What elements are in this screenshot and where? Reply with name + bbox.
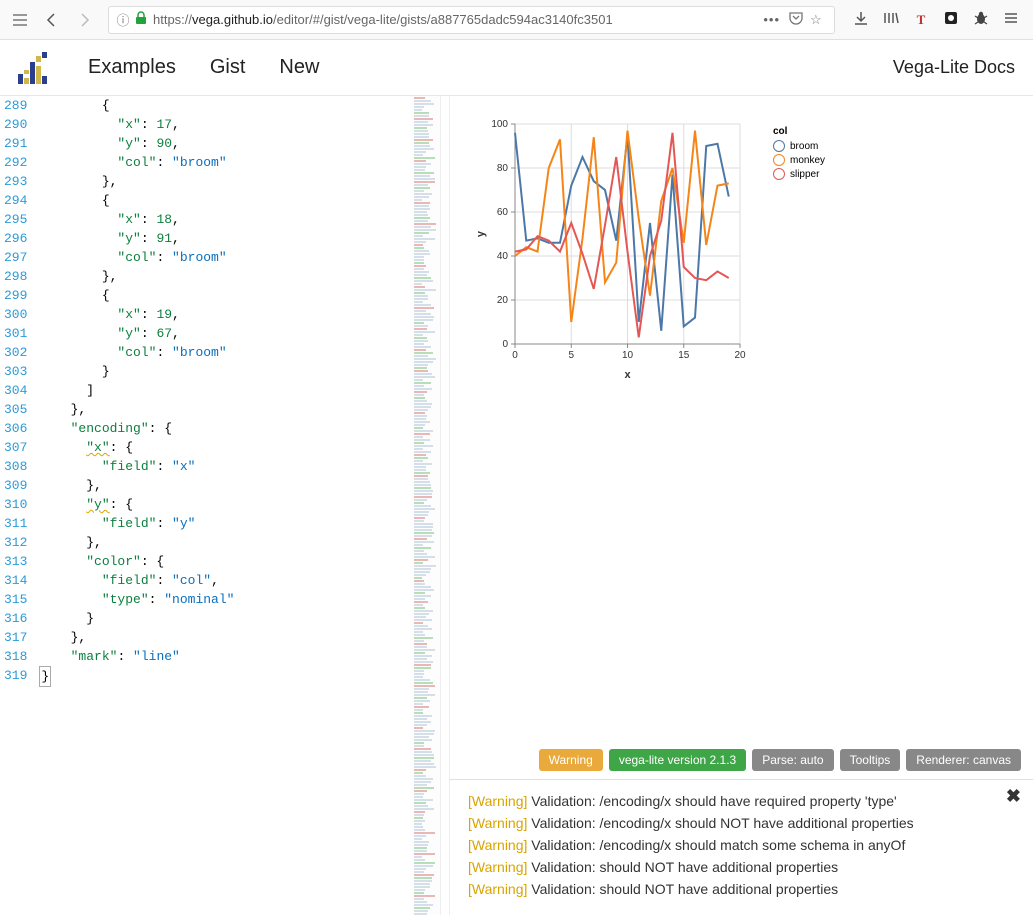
pocket-icon[interactable]: [788, 11, 806, 28]
renderer-pill[interactable]: Renderer: canvas: [906, 749, 1021, 771]
vega-logo[interactable]: [18, 52, 58, 84]
tooltips-pill[interactable]: Tooltips: [840, 749, 901, 771]
parse-pill[interactable]: Parse: auto: [752, 749, 833, 771]
docs-link[interactable]: Vega-Lite Docs: [893, 57, 1015, 78]
legend-item[interactable]: slipper: [773, 168, 825, 180]
sidebar-toggle-icon[interactable]: [6, 6, 34, 34]
legend: col broom monkey slipper: [773, 126, 825, 182]
main: 2892902912922932942952962972982993003013…: [0, 96, 1033, 915]
ext-bug-icon[interactable]: [971, 10, 991, 29]
svg-text:60: 60: [497, 207, 509, 218]
nav: Examples Gist New: [88, 56, 319, 79]
nav-examples[interactable]: Examples: [88, 56, 176, 79]
bookmark-star-icon[interactable]: ☆: [810, 12, 828, 28]
warnings-panel: ✖ [Warning] Validation: /encoding/x shou…: [450, 779, 1033, 915]
legend-swatch: [773, 140, 785, 152]
version-pill[interactable]: vega-lite version 2.1.3: [609, 749, 746, 771]
browser-chrome: ⓘ https://vega.github.io/editor/#/gist/v…: [0, 0, 1033, 40]
warning-line: [Warning] Validation: /encoding/x should…: [468, 812, 1015, 834]
warning-line: [Warning] Validation: should NOT have ad…: [468, 878, 1015, 900]
nav-new[interactable]: New: [279, 56, 319, 79]
url-bar[interactable]: ⓘ https://vega.github.io/editor/#/gist/v…: [108, 6, 835, 34]
nav-gist[interactable]: Gist: [210, 56, 246, 79]
page-actions-icon[interactable]: •••: [759, 12, 784, 27]
ext-square-icon[interactable]: [941, 10, 961, 29]
close-icon[interactable]: ✖: [1006, 786, 1021, 807]
code-content[interactable]: { "x": 17, "y": 90, "col": "broom" }, { …: [35, 96, 440, 915]
right-pane: 0 5 10 15 20 0 20 40 60 80 100 x y col broom monkey sl…: [450, 96, 1033, 915]
legend-label: broom: [790, 141, 818, 152]
legend-swatch: [773, 168, 785, 180]
code-editor[interactable]: 2892902912922932942952962972982993003013…: [0, 96, 440, 915]
svg-text:40: 40: [497, 251, 509, 262]
chart-panel: 0 5 10 15 20 0 20 40 60 80 100 x y col broom monkey sl…: [450, 96, 1033, 402]
chart-svg: 0 5 10 15 20 0 20 40 60 80 100 x y: [470, 114, 825, 384]
legend-item[interactable]: broom: [773, 140, 825, 152]
back-button[interactable]: [38, 6, 66, 34]
lock-icon: [135, 11, 147, 28]
svg-text:20: 20: [734, 350, 746, 361]
svg-text:0: 0: [512, 350, 518, 361]
warning-line: [Warning] Validation: /encoding/x should…: [468, 790, 1015, 812]
warning-line: [Warning] Validation: should NOT have ad…: [468, 856, 1015, 878]
legend-title: col: [773, 126, 825, 137]
svg-text:10: 10: [622, 350, 634, 361]
svg-text:100: 100: [491, 119, 508, 130]
info-icon[interactable]: ⓘ: [115, 12, 131, 28]
url-text: https://vega.github.io/editor/#/gist/veg…: [153, 12, 759, 27]
app-header: Examples Gist New Vega-Lite Docs: [0, 40, 1033, 96]
svg-text:15: 15: [678, 350, 690, 361]
chart: 0 5 10 15 20 0 20 40 60 80 100 x y col broom monkey sl…: [470, 114, 825, 384]
warning-pill[interactable]: Warning: [539, 749, 603, 771]
downloads-icon[interactable]: [851, 10, 871, 29]
ext-t-icon[interactable]: T: [911, 12, 931, 28]
svg-text:5: 5: [568, 350, 574, 361]
editor-pane: 2892902912922932942952962972982993003013…: [0, 96, 440, 915]
minimap[interactable]: [410, 96, 440, 915]
status-bar: Warning vega-lite version 2.1.3 Parse: a…: [450, 741, 1033, 779]
line-numbers: 2892902912922932942952962972982993003013…: [0, 96, 35, 915]
library-icon[interactable]: [881, 10, 901, 29]
warning-line: [Warning] Validation: /encoding/x should…: [468, 834, 1015, 856]
toolbar-icons: T: [845, 10, 1027, 29]
svg-text:20: 20: [497, 295, 509, 306]
legend-label: slipper: [790, 169, 819, 180]
svg-text:x: x: [624, 369, 631, 381]
legend-item[interactable]: monkey: [773, 154, 825, 166]
svg-text:80: 80: [497, 163, 509, 174]
svg-text:0: 0: [502, 339, 508, 350]
pane-divider[interactable]: [440, 96, 450, 915]
legend-swatch: [773, 154, 785, 166]
menu-icon[interactable]: [1001, 10, 1021, 29]
legend-label: monkey: [790, 155, 825, 166]
svg-text:y: y: [475, 230, 487, 237]
forward-button[interactable]: [70, 6, 98, 34]
